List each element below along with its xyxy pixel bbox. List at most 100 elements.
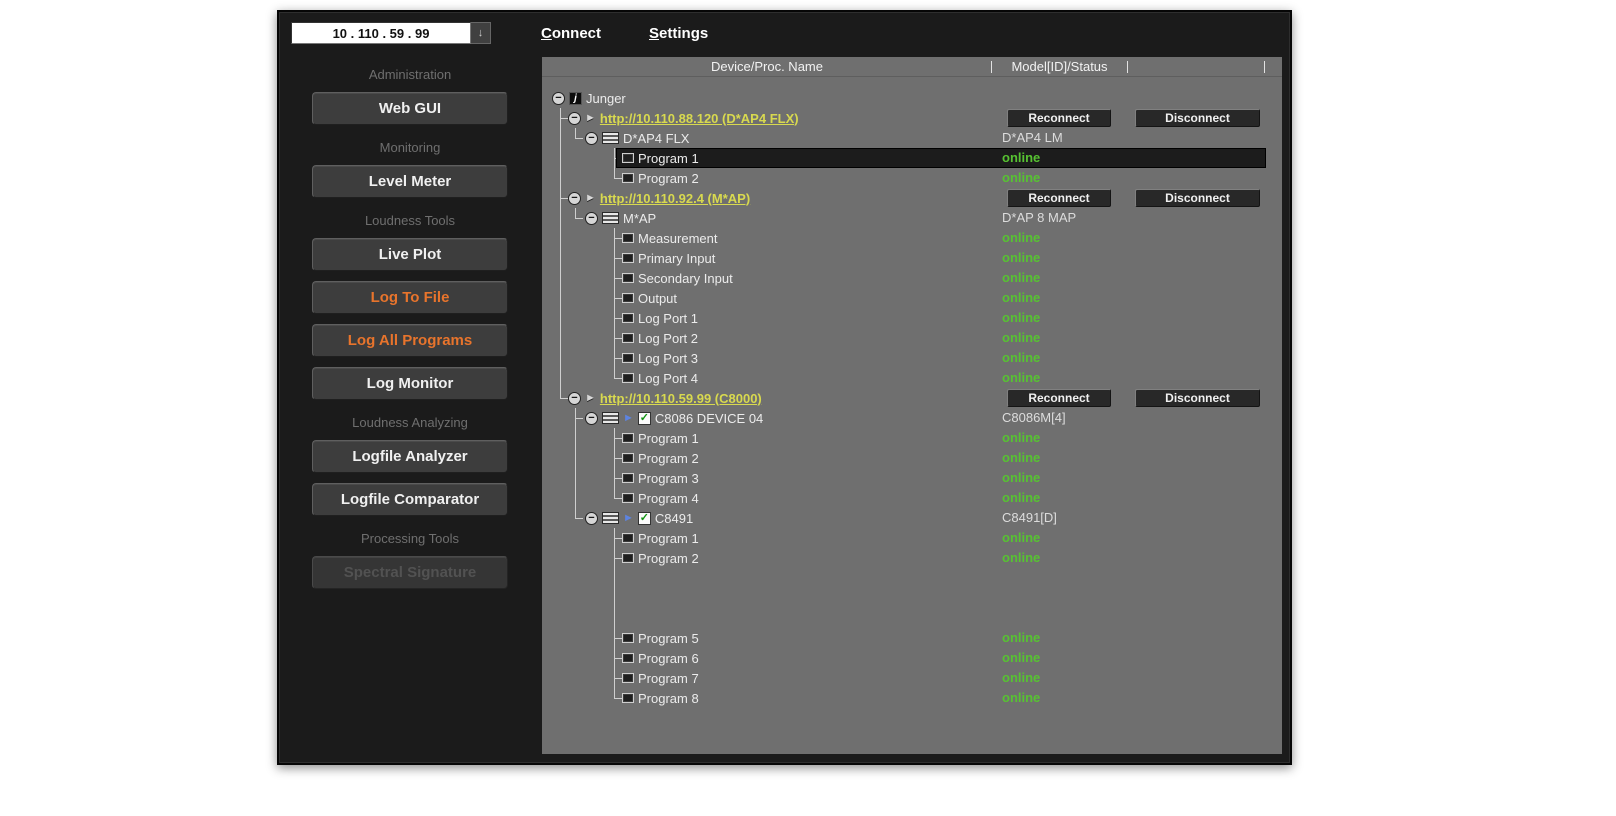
- tree-row-http-10-110-59-99-c8000[interactable]: −►http://10.110.59.99 (C8000)ReconnectDi…: [542, 388, 1282, 408]
- device-link[interactable]: http://10.110.92.4 (M*AP): [600, 191, 750, 206]
- tree-row-program-6[interactable]: Program 6online: [542, 648, 1282, 668]
- tree-row-content: Program 1: [622, 148, 699, 168]
- tree-row-log-port-3[interactable]: Log Port 3online: [542, 348, 1282, 368]
- app-window: ↓ Connect Settings Administration Web GUI M…: [277, 10, 1292, 765]
- section-label-loudness-tools: Loudness Tools: [312, 214, 508, 228]
- tree-row-c8491[interactable]: −►✓C8491C8491[D]: [542, 508, 1282, 528]
- tree-line: [614, 588, 615, 608]
- model-id: D*AP 8 MAP: [1002, 208, 1076, 228]
- program-icon: [622, 353, 634, 363]
- level-meter-button[interactable]: Level Meter: [312, 165, 508, 198]
- device-checkbox[interactable]: ✓: [638, 512, 651, 525]
- column-separator-icon: [1264, 61, 1265, 73]
- disconnect-button[interactable]: Disconnect: [1135, 109, 1260, 127]
- menu-connect[interactable]: Connect: [541, 25, 601, 42]
- tree-row-program-1[interactable]: Program 1online: [542, 528, 1282, 548]
- junger-logo-icon: j: [569, 92, 582, 105]
- web-gui-button[interactable]: Web GUI: [312, 92, 508, 125]
- collapse-icon[interactable]: −: [585, 412, 598, 425]
- ip-apply-button[interactable]: ↓: [471, 22, 491, 44]
- section-label-monitoring: Monitoring: [312, 141, 508, 155]
- program-icon: [622, 533, 634, 543]
- tree-row-content: Program 7: [622, 668, 699, 688]
- tree-row-log-port-2[interactable]: Log Port 2online: [542, 328, 1282, 348]
- tree-row-content: −►✓C8086 DEVICE 04: [585, 408, 763, 428]
- node-label: Log Port 3: [638, 351, 698, 366]
- program-icon: [622, 653, 634, 663]
- program-icon: [622, 173, 634, 183]
- collapse-icon[interactable]: −: [585, 212, 598, 225]
- tree-row-program-1[interactable]: Program 1online: [542, 428, 1282, 448]
- tree-row-measurement[interactable]: Measurementonline: [542, 228, 1282, 248]
- tree-line: [615, 278, 622, 279]
- reconnect-button[interactable]: Reconnect: [1007, 189, 1111, 207]
- logfile-comparator-button[interactable]: Logfile Comparator: [312, 483, 508, 516]
- log-all-programs-button[interactable]: Log All Programs: [312, 324, 508, 357]
- program-icon: [622, 253, 634, 263]
- tree-row-program-5[interactable]: Program 5online: [542, 628, 1282, 648]
- log-to-file-button[interactable]: Log To File: [312, 281, 508, 314]
- logfile-analyzer-button[interactable]: Logfile Analyzer: [312, 440, 508, 473]
- tree-row-c8086-device-04[interactable]: −►✓C8086 DEVICE 04C8086M[4]: [542, 408, 1282, 428]
- collapse-icon[interactable]: −: [585, 512, 598, 525]
- tree-header: Device/Proc. Name Model[ID]/Status: [542, 57, 1282, 77]
- tree-line: [560, 348, 561, 368]
- tree-row-http-10-110-88-120-d-ap4-flx[interactable]: −► http://10.110.88.120 (D*AP4 FLX) Reconn…: [542, 108, 1282, 128]
- tree-row-log-port-1[interactable]: Log Port 1online: [542, 308, 1282, 328]
- disconnect-button[interactable]: Disconnect: [1135, 389, 1260, 407]
- live-plot-button[interactable]: Live Plot: [312, 238, 508, 271]
- tree-row-program-1[interactable]: Program 1online: [542, 148, 1282, 168]
- collapse-icon[interactable]: −: [552, 92, 565, 105]
- tree-line: [615, 478, 622, 479]
- log-monitor-button[interactable]: Log Monitor: [312, 367, 508, 400]
- node-label: M*AP: [623, 211, 656, 226]
- tree-line: [575, 428, 576, 448]
- node-label: Junger: [586, 91, 626, 106]
- device-tree: −jJunger−►http://10.110.88.120 (D*AP4 FL…: [542, 78, 1282, 754]
- tree-row-http-10-110-92-4-m-ap[interactable]: −►http://10.110.92.4 (M*AP)ReconnectDisc…: [542, 188, 1282, 208]
- tree-row-program-7[interactable]: Program 7online: [542, 668, 1282, 688]
- node-label: Program 4: [638, 491, 699, 506]
- tree-row-log-port-4[interactable]: Log Port 4online: [542, 368, 1282, 388]
- collapse-icon[interactable]: −: [568, 112, 581, 125]
- device-link[interactable]: http://10.110.88.120 (D*AP4 FLX): [600, 111, 799, 126]
- collapse-icon[interactable]: −: [568, 192, 581, 205]
- tree-row-m-ap[interactable]: − M*AP D*AP 8 MAP: [542, 208, 1282, 228]
- node-label: Program 2: [638, 171, 699, 186]
- tree-line: [615, 238, 622, 239]
- tree-row-output[interactable]: Outputonline: [542, 288, 1282, 308]
- reconnect-button[interactable]: Reconnect: [1007, 109, 1111, 127]
- ip-address-input[interactable]: [291, 22, 471, 44]
- program-icon: [622, 313, 634, 323]
- tree-row-d-ap4-flx[interactable]: −D*AP4 FLXD*AP4 LM: [542, 128, 1282, 148]
- tree-line: [615, 378, 622, 379]
- tree-row-program-2[interactable]: Program 2online: [542, 448, 1282, 468]
- tree-row-program-3[interactable]: Program 3online: [542, 468, 1282, 488]
- tree-row-program-2[interactable]: Program 2online: [542, 168, 1282, 188]
- device-arrow-icon: ►: [585, 112, 596, 125]
- tree-row-primary-input[interactable]: Primary Inputonline: [542, 248, 1282, 268]
- tree-row-program-8[interactable]: Program 8 online: [542, 688, 1282, 708]
- tree-row-content: Program 1: [622, 528, 699, 548]
- tree-row-content: Program 2: [622, 168, 699, 188]
- tree-row-content: Program 3: [622, 468, 699, 488]
- tree-row-content: Log Port 2: [622, 328, 698, 348]
- tree-spacer: [542, 608, 1282, 628]
- menu-settings[interactable]: Settings: [649, 25, 708, 42]
- collapse-icon[interactable]: −: [568, 392, 581, 405]
- tree-row-program-4[interactable]: Program 4online: [542, 488, 1282, 508]
- tree-row-junger[interactable]: −j Junger: [542, 88, 1282, 108]
- tree-row-program-2[interactable]: Program 2online: [542, 548, 1282, 568]
- status-online: online: [1002, 428, 1040, 448]
- tree-line: [615, 358, 622, 359]
- tree-row-secondary-input[interactable]: Secondary Inputonline: [542, 268, 1282, 288]
- section-label-administration: Administration: [312, 68, 508, 82]
- device-link[interactable]: http://10.110.59.99 (C8000): [600, 391, 762, 406]
- collapse-icon[interactable]: −: [585, 132, 598, 145]
- status-online: online: [1002, 688, 1040, 708]
- device-checkbox[interactable]: ✓: [638, 412, 651, 425]
- program-icon: [622, 633, 634, 643]
- tree-row-content: Program 8: [622, 688, 699, 708]
- reconnect-button[interactable]: Reconnect: [1007, 389, 1111, 407]
- disconnect-button[interactable]: Disconnect: [1135, 189, 1260, 207]
